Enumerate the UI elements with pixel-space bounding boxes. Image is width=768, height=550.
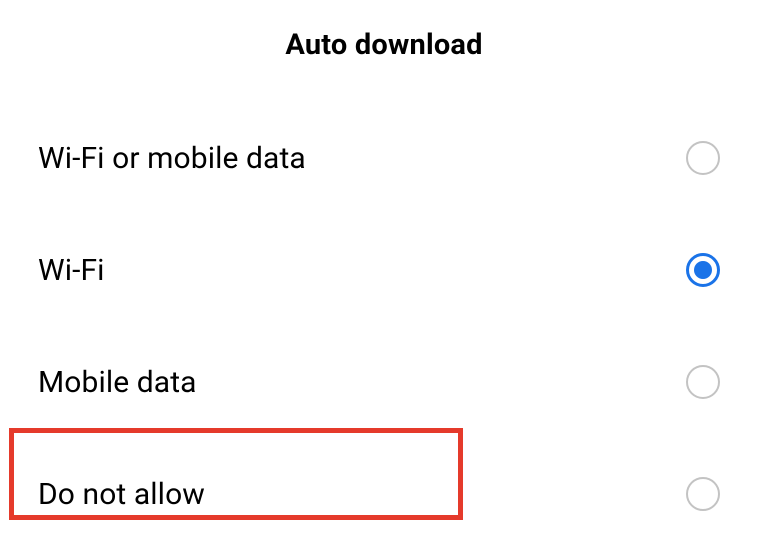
- settings-panel: Auto download Wi-Fi or mobile data Wi-Fi…: [0, 0, 768, 550]
- option-label: Wi-Fi: [38, 253, 105, 288]
- option-label: Mobile data: [38, 365, 197, 400]
- option-wifi[interactable]: Wi-Fi: [0, 214, 768, 326]
- option-do-not-allow[interactable]: Do not allow: [0, 438, 768, 550]
- page-title: Auto download: [0, 0, 768, 102]
- radio-icon: [686, 141, 720, 175]
- option-wifi-or-mobile[interactable]: Wi-Fi or mobile data: [0, 102, 768, 214]
- radio-icon-selected: [686, 253, 720, 287]
- radio-icon: [686, 477, 720, 511]
- option-label: Do not allow: [38, 477, 205, 512]
- option-mobile-data[interactable]: Mobile data: [0, 326, 768, 438]
- radio-icon: [686, 365, 720, 399]
- option-label: Wi-Fi or mobile data: [38, 141, 306, 176]
